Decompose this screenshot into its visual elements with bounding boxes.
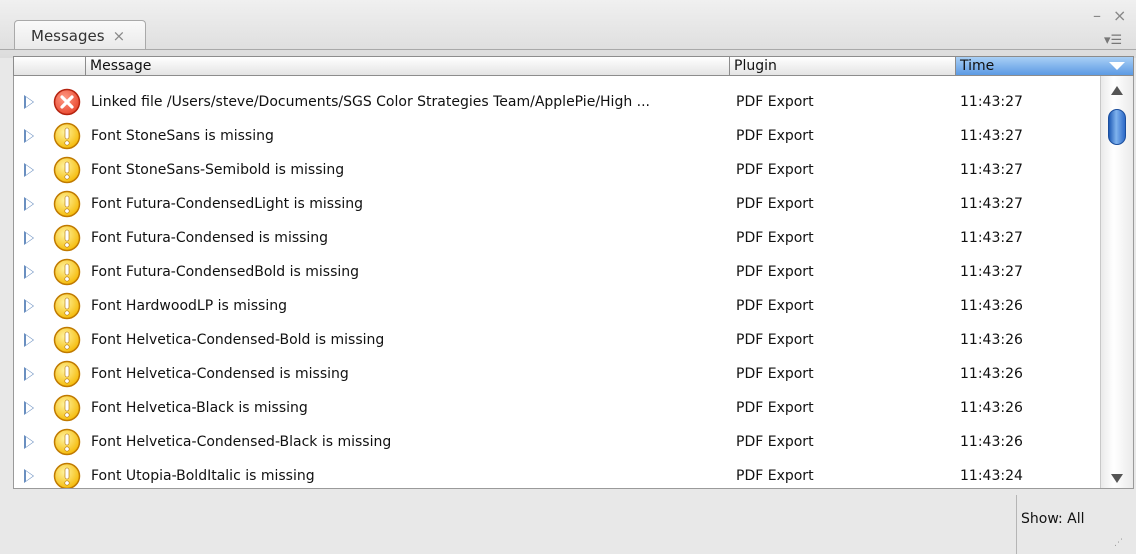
plugin-text: PDF Export	[736, 162, 814, 178]
disclosure-triangle-icon[interactable]	[24, 435, 34, 449]
scroll-down-arrow-icon[interactable]	[1111, 474, 1123, 483]
time-text: 11:43:27	[960, 230, 1023, 246]
message-text: Font Helvetica-Condensed-Bold is missing	[91, 332, 385, 348]
list-bottom-border	[13, 488, 1134, 489]
column-header-message[interactable]: Message	[85, 57, 729, 75]
warning-icon	[53, 122, 81, 150]
time-text: 11:43:26	[960, 434, 1023, 450]
disclosure-triangle-icon[interactable]	[24, 299, 34, 313]
error-icon	[53, 88, 81, 116]
disclosure-triangle-icon[interactable]	[24, 231, 34, 245]
message-text: Font StoneSans-Semibold is missing	[91, 162, 345, 178]
tab-messages[interactable]: Messages ×	[14, 20, 146, 50]
disclosure-triangle-icon[interactable]	[24, 129, 34, 143]
time-text: 11:43:26	[960, 366, 1023, 382]
warning-icon	[53, 224, 81, 252]
time-text: 11:43:26	[960, 332, 1023, 348]
message-text: Font HardwoodLP is missing	[91, 298, 287, 314]
disclosure-triangle-icon[interactable]	[24, 367, 34, 381]
plugin-text: PDF Export	[736, 332, 814, 348]
disclosure-triangle-icon[interactable]	[24, 469, 34, 483]
sort-descending-icon	[1109, 62, 1125, 70]
warning-icon	[53, 462, 81, 488]
disclosure-triangle-icon[interactable]	[24, 265, 34, 279]
warning-icon	[53, 156, 81, 184]
minimize-icon[interactable]: –	[1093, 8, 1101, 24]
warning-icon	[53, 360, 81, 388]
plugin-text: PDF Export	[736, 264, 814, 280]
table-row[interactable]: Font Helvetica-Condensed-Black is missin…	[14, 425, 1100, 459]
scroll-up-arrow-icon[interactable]	[1111, 86, 1123, 95]
tab-divider	[0, 49, 1136, 50]
scrollbar-thumb[interactable]	[1108, 109, 1126, 145]
message-text: Linked file /Users/steve/Documents/SGS C…	[91, 94, 651, 110]
disclosure-triangle-icon[interactable]	[24, 333, 34, 347]
column-header-time[interactable]: Time	[955, 57, 1133, 75]
message-text: Font Futura-CondensedBold is missing	[91, 264, 360, 280]
show-filter-menu[interactable]: Show: All	[1021, 511, 1085, 527]
warning-icon	[53, 428, 81, 456]
warning-icon	[53, 258, 81, 286]
vertical-scrollbar[interactable]	[1100, 76, 1133, 488]
warning-icon	[53, 190, 81, 218]
plugin-text: PDF Export	[736, 230, 814, 246]
time-text: 11:43:27	[960, 162, 1023, 178]
table-row[interactable]: Font Futura-CondensedLight is missing PDF…	[14, 187, 1100, 221]
disclosure-triangle-icon[interactable]	[24, 163, 34, 177]
message-text: Font Futura-CondensedLight is missing	[91, 196, 364, 212]
table-row[interactable]: Font Futura-Condensed is missing PDF Expo…	[14, 221, 1100, 255]
panel-menu-icon[interactable]: ▾☰	[1104, 33, 1128, 49]
resize-grip-icon[interactable]: ⋰	[1114, 539, 1126, 552]
status-divider	[1016, 495, 1017, 554]
column-header-row: Message Plugin Time	[13, 56, 1134, 76]
plugin-text: PDF Export	[736, 366, 814, 382]
plugin-text: PDF Export	[736, 434, 814, 450]
close-icon[interactable]: ×	[1113, 8, 1126, 24]
table-row[interactable]: Font Helvetica-Condensed-Bold is missing…	[14, 323, 1100, 357]
table-row[interactable]: Font Futura-CondensedBold is missing PDF …	[14, 255, 1100, 289]
message-text: Font Helvetica-Condensed is missing	[91, 366, 349, 382]
column-header-time-label: Time	[960, 58, 995, 74]
plugin-text: PDF Export	[736, 400, 814, 416]
table-row[interactable]: Font StoneSans-Semibold is missing PDF Ex…	[14, 153, 1100, 187]
column-header-disclosure[interactable]	[14, 57, 85, 75]
disclosure-triangle-icon[interactable]	[24, 197, 34, 211]
warning-icon	[53, 394, 81, 422]
table-row[interactable]: Font Helvetica-Black is missing PDF Expor…	[14, 391, 1100, 425]
table-row[interactable]: Font StoneSans is missing PDF Export 11:43…	[14, 119, 1100, 153]
message-text: Font Helvetica-Condensed-Black is missin…	[91, 434, 392, 450]
message-text: Font Utopia-BoldItalic is missing	[91, 468, 315, 484]
warning-icon	[53, 292, 81, 320]
tab-label: Messages	[31, 26, 105, 45]
time-text: 11:43:26	[960, 298, 1023, 314]
message-text: Font Helvetica-Black is missing	[91, 400, 308, 416]
table-row[interactable]: Font HardwoodLP is missing PDF Export 11:4…	[14, 289, 1100, 323]
time-text: 11:43:27	[960, 128, 1023, 144]
tab-close-icon[interactable]: ×	[113, 27, 126, 45]
disclosure-triangle-icon[interactable]	[24, 95, 34, 109]
time-text: 11:43:27	[960, 94, 1023, 110]
messages-panel: Messages × – × ▾☰ Message Plugin Time Li…	[0, 0, 1136, 554]
time-text: 11:43:24	[960, 468, 1023, 484]
table-row[interactable]: Font Helvetica-Condensed is missing PDF E…	[14, 357, 1100, 391]
status-bar: Show: All	[13, 495, 1134, 554]
message-text: Font Futura-Condensed is missing	[91, 230, 329, 246]
plugin-text: PDF Export	[736, 298, 814, 314]
table-row[interactable]: Font Utopia-BoldItalic is missing PDF Exp…	[14, 459, 1100, 488]
plugin-text: PDF Export	[736, 128, 814, 144]
time-text: 11:43:26	[960, 400, 1023, 416]
time-text: 11:43:27	[960, 264, 1023, 280]
plugin-text: PDF Export	[736, 94, 814, 110]
time-text: 11:43:27	[960, 196, 1023, 212]
disclosure-triangle-icon[interactable]	[24, 401, 34, 415]
plugin-text: PDF Export	[736, 196, 814, 212]
plugin-text: PDF Export	[736, 468, 814, 484]
column-header-plugin[interactable]: Plugin	[729, 57, 955, 75]
table-row[interactable]: Linked file /Users/steve/Documents/SGS C…	[14, 85, 1100, 119]
message-text: Font StoneSans is missing	[91, 128, 274, 144]
warning-icon	[53, 326, 81, 354]
messages-list: Linked file /Users/steve/Documents/SGS C…	[13, 76, 1134, 488]
